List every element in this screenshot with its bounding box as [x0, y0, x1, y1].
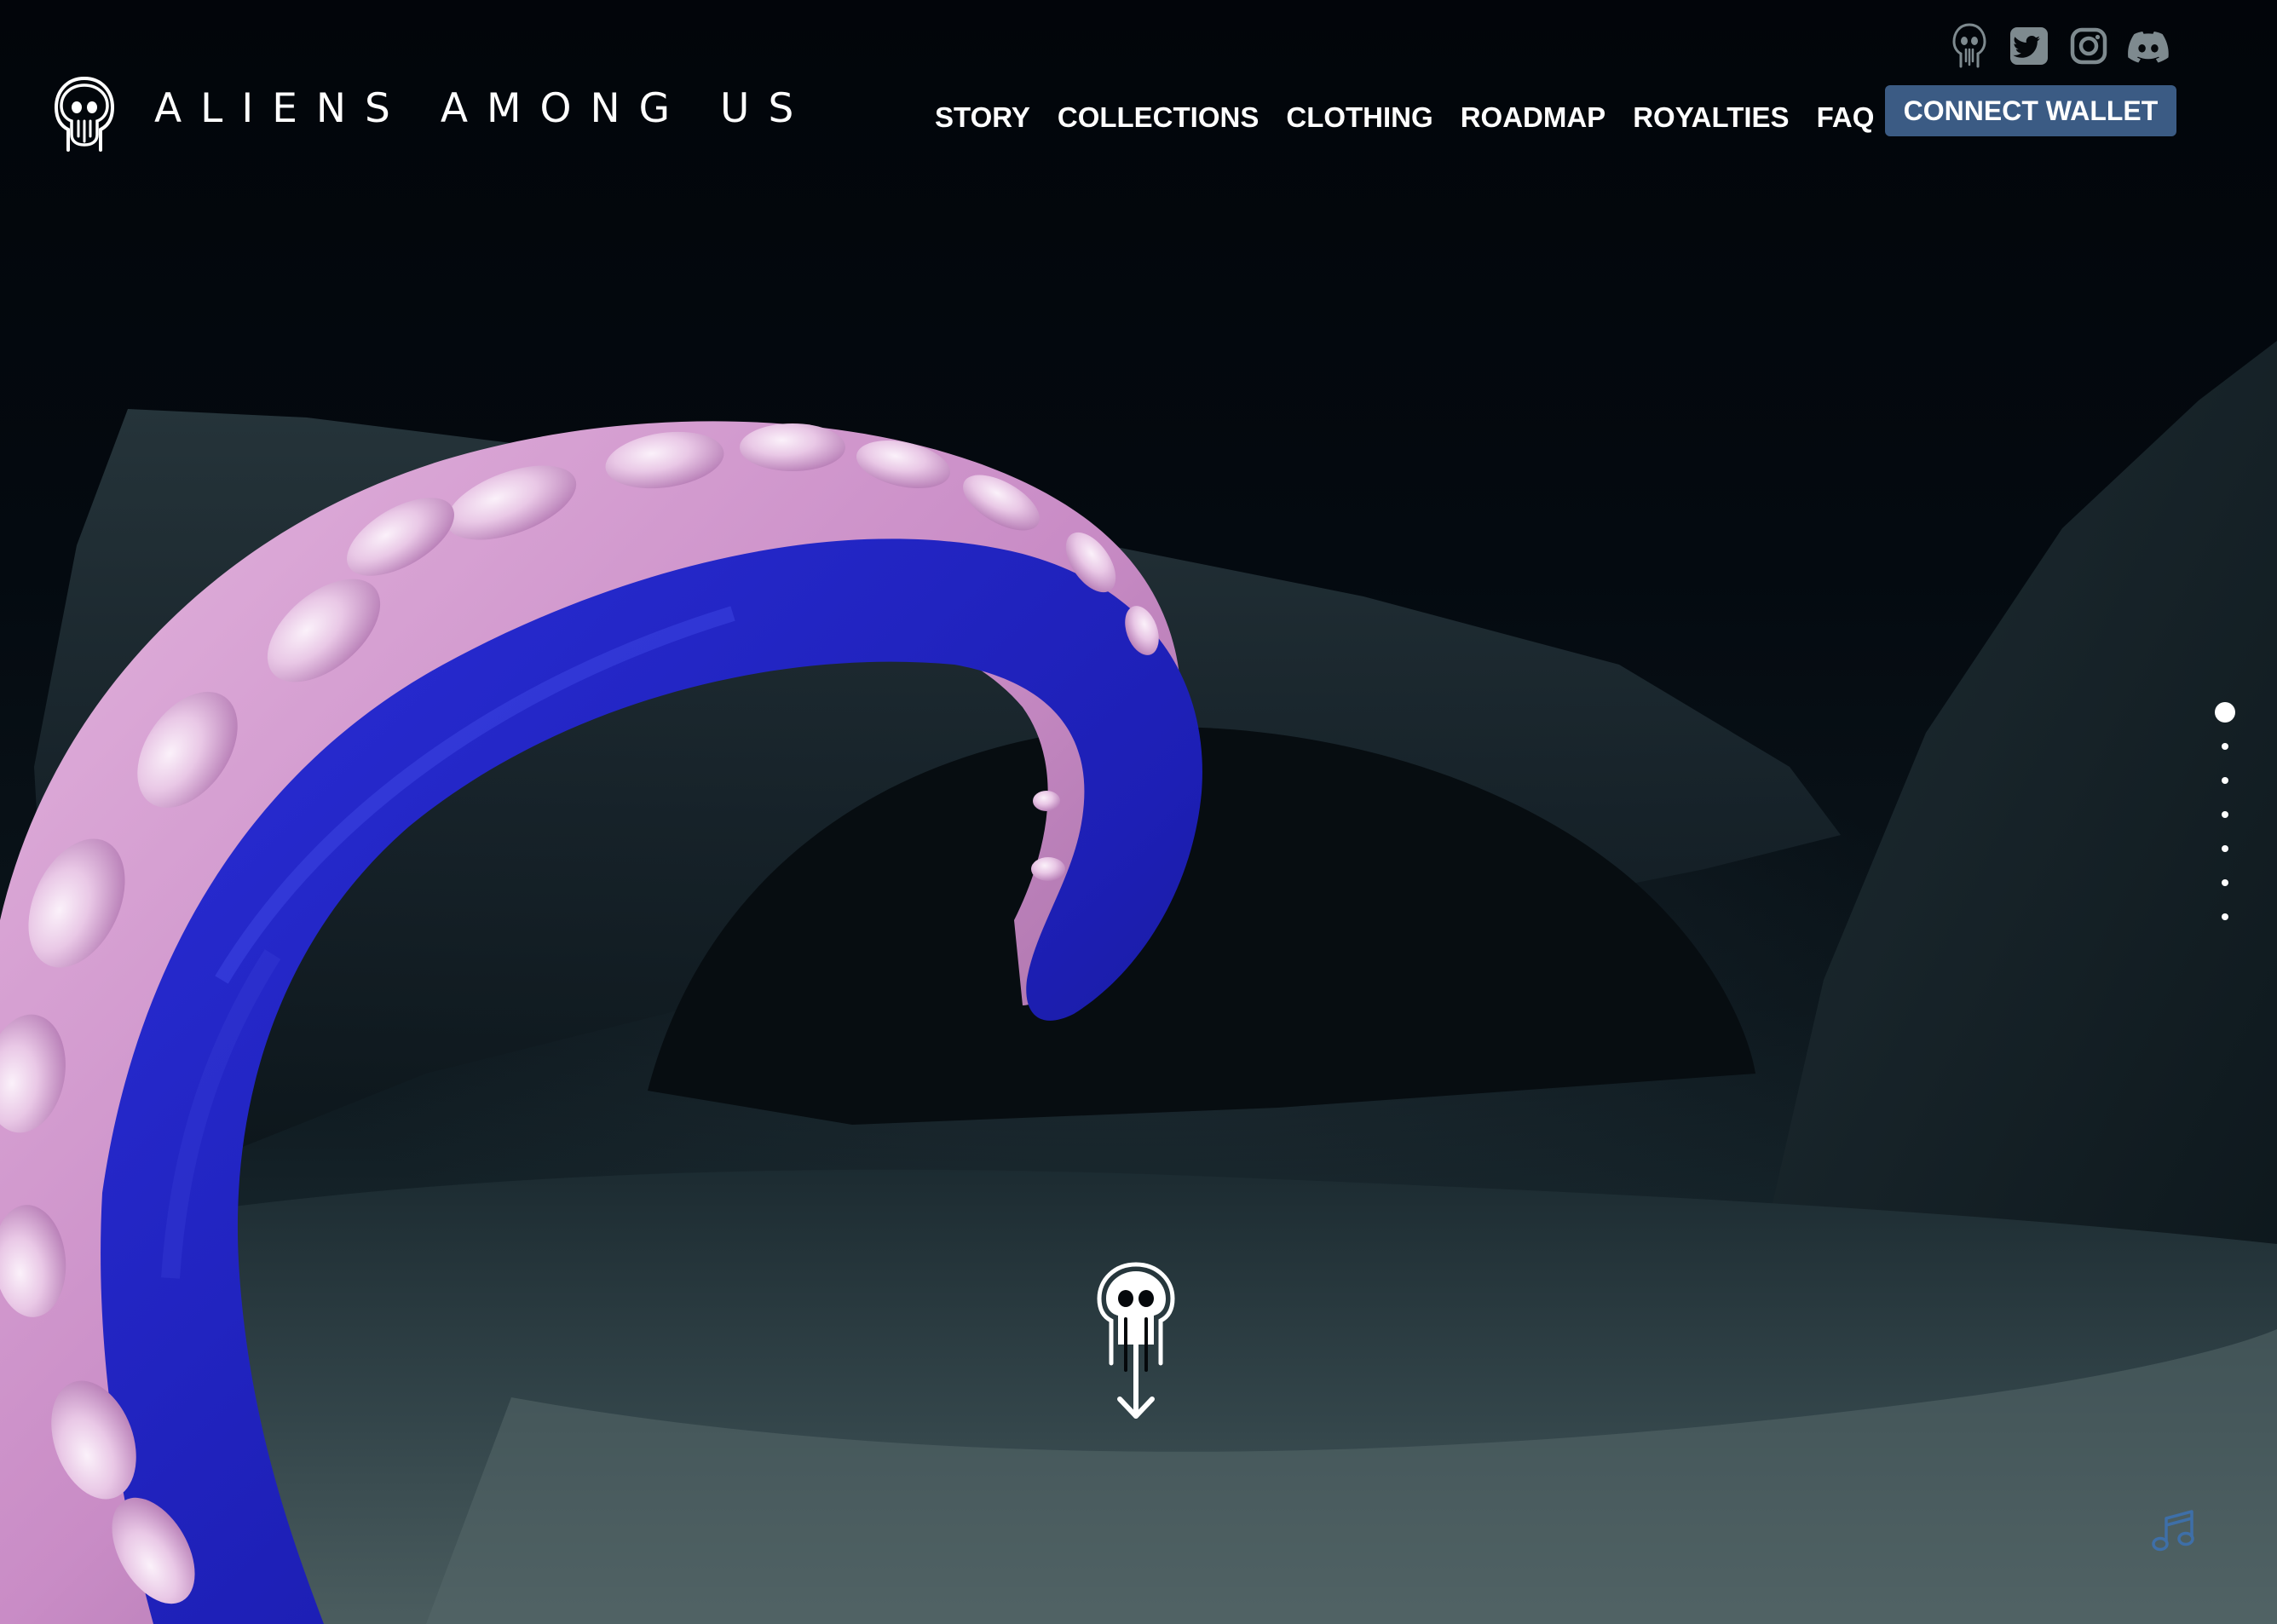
hero-section: ALIENS AMONG US STORY COLLECTIONS CLOTHI… — [0, 0, 2277, 1624]
connect-wallet-button[interactable]: CONNECT WALLET — [1885, 85, 2176, 136]
social-links — [1948, 22, 2187, 70]
alien-scroll-down-icon[interactable] — [1094, 1259, 1178, 1423]
nav-item-collections[interactable]: COLLECTIONS — [1058, 101, 1260, 134]
pager-dot[interactable] — [2222, 845, 2228, 852]
site-title[interactable]: ALIENS AMONG US — [154, 84, 812, 135]
music-note-icon[interactable] — [2149, 1508, 2197, 1556]
pager-dot[interactable] — [2222, 879, 2228, 886]
pager-dot[interactable] — [2222, 743, 2228, 750]
nav-item-roadmap[interactable]: ROADMAP — [1461, 101, 1606, 134]
nav-item-royalties[interactable]: ROYALTIES — [1633, 101, 1789, 134]
pager-dot[interactable] — [2222, 811, 2228, 818]
nav-item-faq[interactable]: FAQ — [1817, 101, 1875, 134]
alien-jellyfish-logo-icon[interactable] — [53, 75, 116, 158]
instagram-icon[interactable] — [2067, 25, 2110, 67]
nav-item-clothing[interactable]: CLOTHING — [1286, 101, 1432, 134]
pager-dot[interactable] — [2222, 777, 2228, 784]
pager-dot-active[interactable] — [2215, 702, 2235, 723]
nav-item-story[interactable]: STORY — [935, 101, 1030, 134]
discord-icon[interactable] — [2127, 25, 2170, 67]
main-nav: STORY COLLECTIONS CLOTHING ROADMAP ROYAL… — [935, 99, 1901, 136]
alien-jellyfish-icon[interactable] — [1948, 23, 1991, 68]
pager-dot[interactable] — [2222, 913, 2228, 920]
twitter-icon[interactable] — [2008, 25, 2050, 67]
